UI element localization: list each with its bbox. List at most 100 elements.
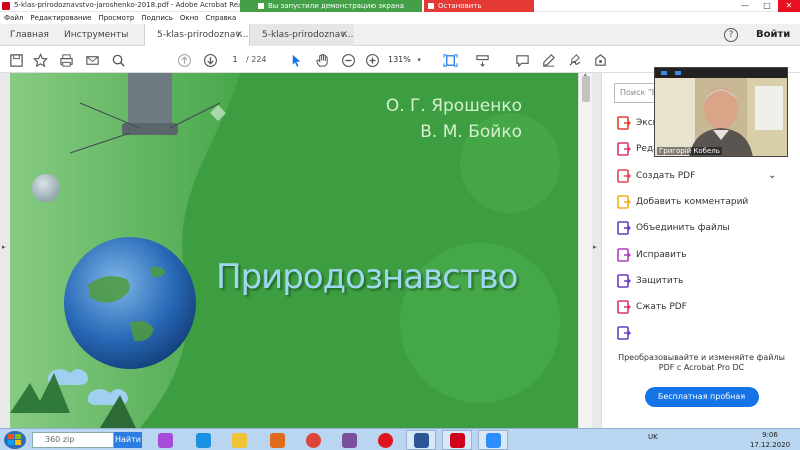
taskbar-search-button[interactable]: Найти (114, 432, 142, 448)
window-controls: — □ ✕ (734, 0, 800, 12)
participant-name: Григорій Кобель (657, 147, 722, 155)
page-fit-icon (442, 53, 458, 67)
start-button[interactable] (4, 431, 26, 449)
close-button[interactable]: ✕ (778, 0, 800, 12)
highlight-button[interactable] (538, 50, 558, 70)
next-page-button[interactable] (200, 50, 220, 70)
comment-button[interactable] (512, 50, 532, 70)
email-button[interactable] (82, 50, 102, 70)
taskbar-app[interactable] (150, 430, 180, 450)
taskbar-app[interactable] (478, 430, 508, 450)
bookmark-button[interactable] (30, 50, 50, 70)
chevron-down-icon: ▾ (417, 56, 421, 64)
taskbar-app[interactable] (370, 430, 400, 450)
close-tab-icon[interactable]: ✕ (235, 24, 243, 46)
share-icon (594, 53, 606, 66)
tool-item[interactable]: Защитить (602, 269, 800, 293)
tool-item-label: Защитить (636, 275, 684, 286)
tab-tools[interactable]: Инструменты (64, 24, 128, 46)
create-pdf-icon (617, 168, 631, 183)
zoom-out-button[interactable] (338, 50, 358, 70)
menu-view[interactable]: Просмотр (98, 12, 134, 24)
taskbar-app[interactable] (406, 430, 436, 450)
stop-screenshare-button[interactable]: Остановить демонстрацию (424, 0, 534, 22)
share-button[interactable] (590, 50, 610, 70)
scroll-mode-button[interactable] (472, 50, 492, 70)
taskbar: 360 zip Найти UK 9:06 17.12.2020 (0, 428, 800, 450)
scrollbar-thumb[interactable] (582, 76, 590, 102)
save-button[interactable] (6, 50, 26, 70)
document-scrollbar[interactable]: ▲ (578, 72, 592, 428)
tool-item-label: Добавить комментарий (636, 196, 749, 207)
participant-video (655, 68, 787, 156)
tab-document[interactable]: 5-klas-prirodoznav... ✕ (250, 24, 354, 46)
acrobat-app-icon (2, 2, 10, 10)
signature-pen-icon (569, 53, 580, 66)
free-trial-button[interactable]: Бесплатная пробная версия (644, 387, 759, 421)
maximize-button[interactable]: □ (756, 0, 778, 12)
compress-pdf-icon (617, 300, 631, 314)
tool-item[interactable]: Создать PDF ⌄ (602, 164, 800, 188)
menu-edit[interactable]: Редактирование (30, 12, 91, 24)
previous-page-button[interactable] (174, 50, 194, 70)
envelope-icon (85, 55, 99, 65)
video-icon (675, 71, 681, 75)
chevron-down-icon[interactable]: ⌄ (768, 164, 776, 188)
hand-tool-button[interactable] (312, 50, 332, 70)
language-indicator[interactable]: UK (648, 433, 658, 441)
comment-icon (617, 195, 631, 209)
taskbar-app[interactable] (188, 430, 218, 450)
word-icon (413, 432, 429, 448)
taskbar-app[interactable] (298, 430, 328, 450)
page-number-input[interactable]: 1 (226, 53, 244, 67)
tool-item[interactable]: Объединить файлы (602, 216, 800, 240)
chevron-right-icon: ▸ (593, 243, 597, 251)
menu-sign[interactable]: Подпись (141, 12, 173, 24)
search-button[interactable] (108, 50, 128, 70)
menu-window[interactable]: Окно (180, 12, 199, 24)
promo-text: Преобразовывайте и изменяйте файлы PDF с… (618, 353, 785, 372)
chrome-icon (305, 432, 321, 448)
taskbar-app[interactable] (334, 430, 364, 450)
document-view[interactable]: О. Г. Ярошенко В. М. Бойко Природознавст… (10, 73, 578, 428)
tool-item[interactable]: Сжать PDF (602, 295, 800, 319)
tab-home[interactable]: Главная (10, 24, 49, 46)
tool-item[interactable]: Исправить (602, 243, 800, 267)
help-icon[interactable]: ? (724, 28, 738, 42)
taskbar-search-input[interactable]: 360 zip (32, 432, 114, 448)
clock[interactable]: 9:06 17.12.2020 (744, 430, 796, 450)
zoom-level-select[interactable]: 131% ▾ (388, 53, 428, 67)
purple-app-icon (157, 432, 173, 448)
sign-in-button[interactable]: Войти (756, 24, 790, 46)
viber-icon (341, 432, 357, 448)
zoom-level-value: 131% (388, 55, 411, 64)
minimize-button[interactable]: — (734, 0, 756, 12)
taskbar-app[interactable] (224, 430, 254, 450)
close-tab-icon[interactable]: ✕ (340, 24, 348, 46)
right-panel-toggle[interactable]: ▸ (592, 73, 601, 428)
print-button[interactable] (56, 50, 76, 70)
sign-button[interactable] (564, 50, 584, 70)
pen-icon (542, 53, 555, 67)
more-tools-icon (617, 326, 631, 341)
left-panel-toggle[interactable]: ▸ (0, 73, 10, 428)
menu-help[interactable]: Справка (205, 12, 236, 24)
tool-item[interactable]: Добавить комментарий (602, 190, 800, 214)
select-tool-button[interactable] (286, 50, 306, 70)
screenshare-banner: Вы запустили демонстрацию экрана (240, 0, 422, 12)
clock-time: 9:06 (762, 431, 778, 439)
tool-item[interactable] (602, 321, 800, 345)
tab-document-active[interactable]: 5-klas-prirodoznav... ✕ (144, 24, 250, 46)
edit-pdf-icon (617, 142, 631, 157)
taskbar-app[interactable] (442, 430, 472, 450)
taskbar-app[interactable] (262, 430, 292, 450)
book-authors: О. Г. Ярошенко В. М. Бойко (386, 93, 522, 145)
minus-circle-icon (341, 53, 355, 67)
page-fit-button[interactable] (440, 50, 460, 70)
speech-bubble-icon (515, 54, 529, 67)
webcam-overlay[interactable]: Григорій Кобель (654, 67, 788, 157)
hand-icon (315, 53, 328, 67)
menu-file[interactable]: Файл (4, 12, 23, 24)
opera-icon (377, 432, 393, 448)
zoom-in-button[interactable] (362, 50, 382, 70)
